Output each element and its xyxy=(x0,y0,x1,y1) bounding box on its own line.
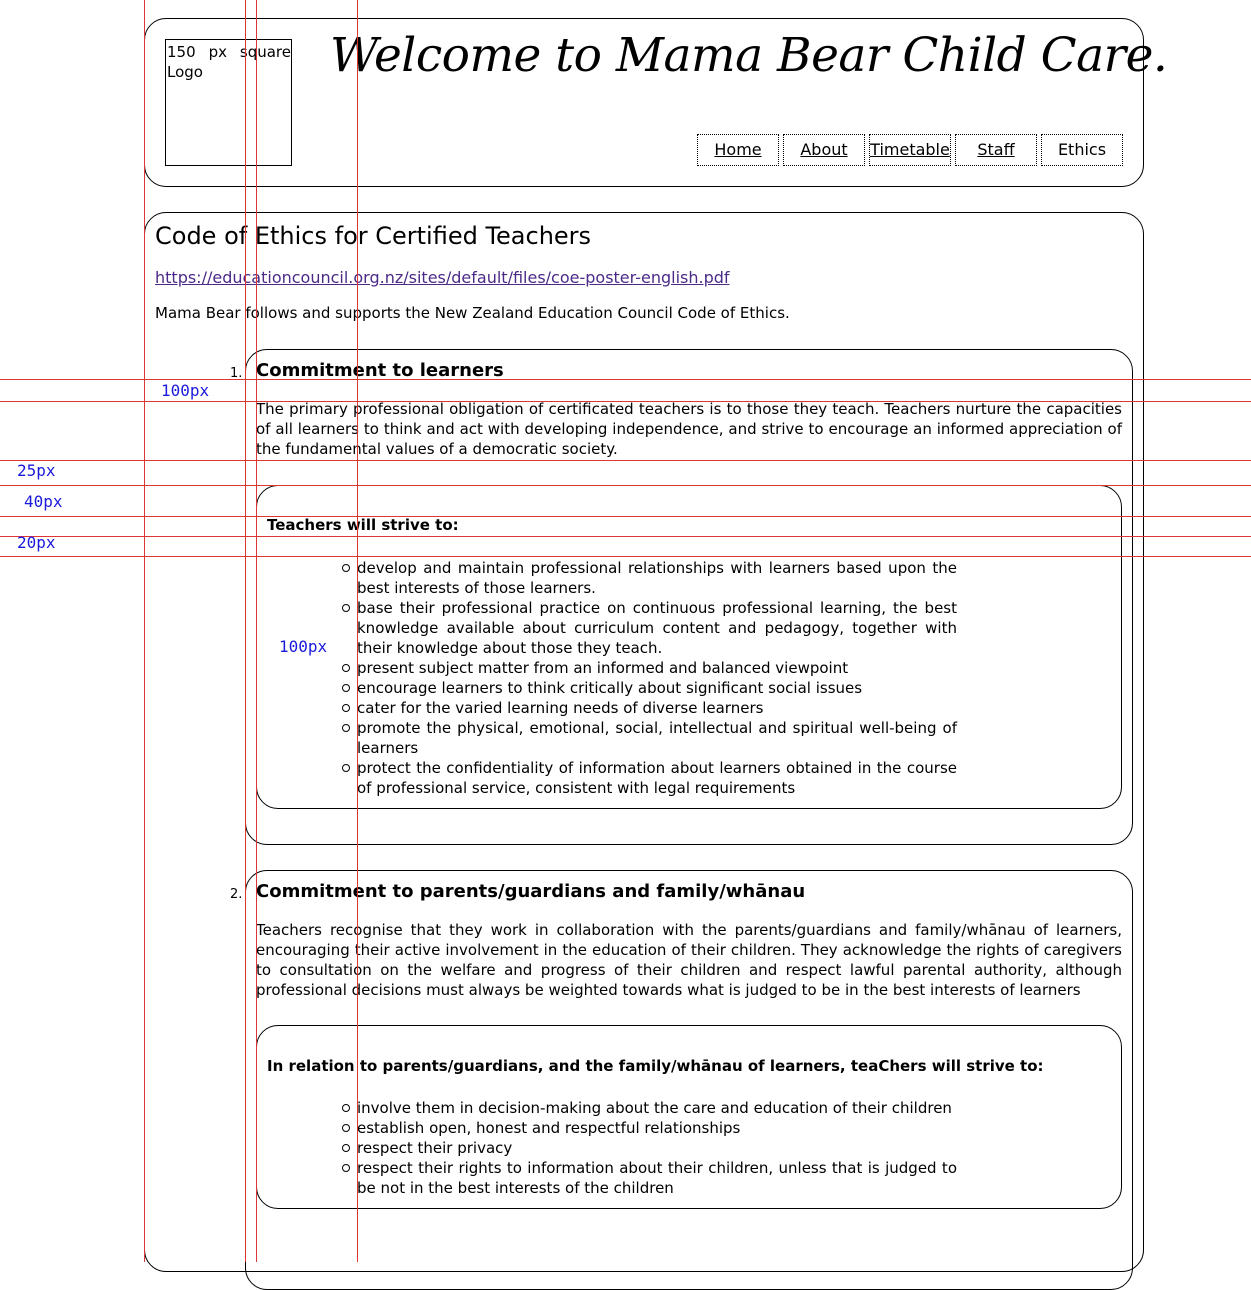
section-1-paragraph: The primary professional obligation of c… xyxy=(256,400,1122,458)
list-item: establish open, honest and respectful re… xyxy=(342,1118,957,1138)
guide-line-horizontal xyxy=(0,556,1251,557)
section-2-title: Commitment to parents/guardians and fami… xyxy=(256,881,806,902)
guide-label-20px: 20px xyxy=(17,533,56,552)
guide-line-horizontal xyxy=(0,460,1251,461)
list-item: cater for the varied learning needs of d… xyxy=(342,698,957,718)
section-1-title: Commitment to learners xyxy=(256,360,504,381)
section-2-number: 2. xyxy=(230,887,243,902)
guide-label-40px: 40px xyxy=(24,492,63,511)
guide-line-horizontal xyxy=(0,485,1251,486)
site-title: Welcome to Mama Bear Child Care. xyxy=(330,28,1168,83)
section-1-strive-heading: Teachers will strive to: xyxy=(267,516,459,534)
guide-line-horizontal xyxy=(0,516,1251,517)
guide-line-horizontal xyxy=(0,536,1251,537)
list-item: develop and maintain professional relati… xyxy=(342,559,957,597)
guide-line-vertical xyxy=(256,0,257,1262)
nav-timetable-link[interactable]: Timetable xyxy=(869,134,951,166)
guide-label-100px-indent: 100px xyxy=(279,637,328,656)
list-item: promote the physical, emotional, social,… xyxy=(342,719,957,757)
guide-line-vertical xyxy=(357,0,358,1262)
section-1-list: develop and maintain professional relati… xyxy=(342,558,957,798)
list-item: involve them in decision-making about th… xyxy=(342,1098,957,1118)
list-item: protect the confidentiality of informati… xyxy=(342,759,957,797)
guide-label-100px: 100px xyxy=(161,381,210,400)
guide-line-horizontal xyxy=(0,379,1251,380)
section-2-paragraph: Teachers recognise that they work in col… xyxy=(256,921,1122,999)
code-of-ethics-pdf-link[interactable]: https://educationcouncil.org.nz/sites/de… xyxy=(155,268,730,287)
guide-line-vertical xyxy=(245,0,246,1262)
nav-about-link[interactable]: About xyxy=(783,134,865,166)
list-item: present subject matter from an informed … xyxy=(342,658,957,678)
guide-line-horizontal xyxy=(0,401,1251,402)
section-2-list: involve them in decision-making about th… xyxy=(342,1098,957,1198)
list-item: base their professional practice on cont… xyxy=(342,599,957,657)
logo-placeholder: 150 px square Logo xyxy=(165,39,292,166)
nav-ethics-current[interactable]: Ethics xyxy=(1041,134,1123,166)
section-2-strive-heading: In relation to parents/guardians, and th… xyxy=(267,1057,1044,1075)
guide-label-25px: 25px xyxy=(17,461,56,480)
list-item: respect their rights to information abou… xyxy=(342,1159,957,1197)
nav-staff-link[interactable]: Staff xyxy=(955,134,1037,166)
logo-text: 150 px square Logo xyxy=(167,43,291,81)
page-title: Code of Ethics for Certified Teachers xyxy=(155,222,592,250)
guide-line-vertical xyxy=(144,0,145,1262)
intro-text: Mama Bear follows and supports the New Z… xyxy=(155,304,790,322)
list-item: encourage learners to think critically a… xyxy=(342,678,957,698)
nav-home-link[interactable]: Home xyxy=(697,134,779,166)
list-item: respect their privacy xyxy=(342,1138,957,1158)
